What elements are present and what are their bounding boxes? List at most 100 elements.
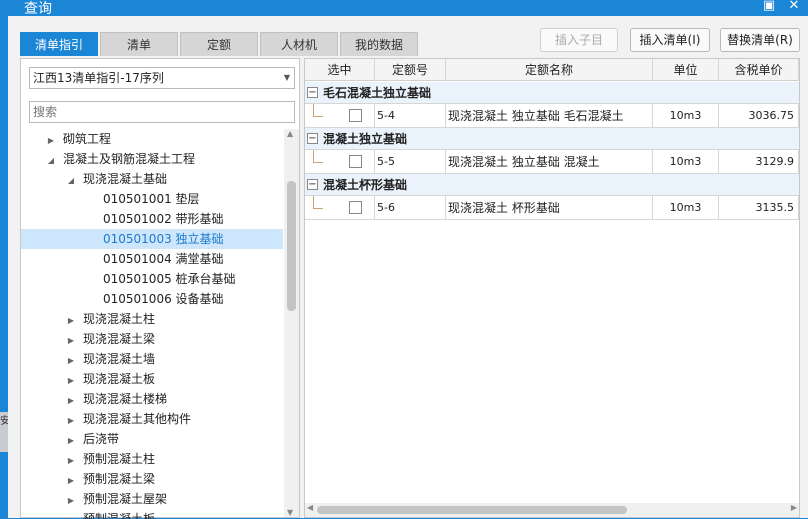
tab-quota[interactable]: 定额 bbox=[180, 32, 258, 56]
expand-icon[interactable]: ▶ bbox=[65, 391, 77, 411]
tree-node[interactable]: ▶ 现浇混凝土墙 bbox=[21, 349, 283, 369]
expand-icon[interactable]: ▶ bbox=[65, 331, 77, 351]
collapse-icon[interactable]: ◢ bbox=[45, 151, 57, 171]
col-header-unit[interactable]: 单位 bbox=[653, 59, 719, 81]
close-icon[interactable]: ✕ bbox=[786, 0, 802, 13]
tree-node[interactable]: ▶ 砌筑工程 bbox=[21, 129, 283, 149]
tree-vertical-scrollbar[interactable]: ▲ ▼ bbox=[284, 129, 299, 517]
guide-tree: ▶ 砌筑工程 ◢ 混凝土及钢筋混凝土工程 ◢ 现浇混凝土基础 010501001 垫层 010… bbox=[21, 129, 283, 519]
scroll-thumb[interactable] bbox=[287, 181, 296, 311]
tab-list[interactable]: 清单 bbox=[100, 32, 178, 56]
h-scroll-thumb[interactable] bbox=[317, 506, 627, 514]
table-row[interactable]: 5-4 现浇混凝土 独立基础 毛石混凝土 10m3 3036.75 bbox=[305, 104, 799, 128]
collapse-group-icon[interactable]: − bbox=[307, 87, 318, 98]
expand-icon[interactable]: ▶ bbox=[65, 491, 77, 511]
tab-list-guide[interactable]: 清单指引 bbox=[20, 32, 98, 56]
col-header-select[interactable]: 选中 bbox=[305, 59, 375, 81]
collapse-icon[interactable]: ◢ bbox=[65, 171, 77, 191]
scroll-down-icon[interactable]: ▼ bbox=[287, 508, 293, 517]
expand-icon[interactable]: ▶ bbox=[65, 451, 77, 471]
chevron-down-icon[interactable]: ▼ bbox=[284, 68, 290, 88]
tree-node[interactable]: 010501001 垫层 bbox=[21, 189, 283, 209]
tree-node-label: 现浇混凝土柱 bbox=[83, 312, 156, 326]
price-cell: 3129.9 bbox=[719, 150, 799, 174]
row-checkbox[interactable] bbox=[349, 109, 362, 122]
expand-icon[interactable]: ▶ bbox=[65, 431, 77, 451]
tree-node-label: 现浇混凝土梁 bbox=[83, 332, 156, 346]
tree-node-label: 010501005 桩承台基础 bbox=[103, 272, 236, 286]
select-cell bbox=[305, 104, 375, 128]
tree-node[interactable]: 010501006 设备基础 bbox=[21, 289, 283, 309]
tree-node[interactable]: ▶ 预制混凝土柱 bbox=[21, 449, 283, 469]
code-cell: 5-4 bbox=[375, 104, 446, 128]
tab-materials[interactable]: 人材机 bbox=[260, 32, 338, 56]
scroll-right-icon[interactable]: ▶ bbox=[791, 503, 797, 512]
tree-node[interactable]: ▶ 现浇混凝土楼梯 bbox=[21, 389, 283, 409]
tree-node[interactable]: ▶ 后浇带 bbox=[21, 429, 283, 449]
library-select[interactable]: 江西13清单指引-17序列 ▼ bbox=[29, 67, 295, 89]
group-row[interactable]: − 混凝土独立基础 bbox=[305, 128, 799, 150]
search-input[interactable] bbox=[29, 101, 295, 123]
tree-node-label: 现浇混凝土墙 bbox=[83, 352, 156, 366]
group-title: 混凝土杯形基础 bbox=[323, 178, 408, 192]
tree-connector bbox=[313, 196, 323, 209]
select-cell bbox=[305, 150, 375, 174]
name-cell: 现浇混凝土 独立基础 混凝土 bbox=[446, 150, 653, 174]
restore-icon[interactable]: ▣ bbox=[761, 0, 777, 13]
unit-cell: 10m3 bbox=[653, 104, 719, 128]
row-checkbox[interactable] bbox=[349, 155, 362, 168]
col-header-price[interactable]: 含税单价 bbox=[719, 59, 799, 81]
tree-node[interactable]: ◢ 现浇混凝土基础 bbox=[21, 169, 283, 189]
price-cell: 3036.75 bbox=[719, 104, 799, 128]
tree-node-label: 010501003 独立基础 bbox=[103, 232, 224, 246]
grid-horizontal-scrollbar[interactable]: ◀ ▶ bbox=[305, 503, 799, 517]
tree-node[interactable]: ▶ 现浇混凝土柱 bbox=[21, 309, 283, 329]
unit-cell: 10m3 bbox=[653, 196, 719, 220]
expand-icon[interactable]: ▶ bbox=[45, 131, 57, 151]
tree-node[interactable]: 010501005 桩承台基础 bbox=[21, 269, 283, 289]
guide-tree-panel: 江西13清单指引-17序列 ▼ ▶ 砌筑工程 ◢ 混凝土及钢筋混凝土工程 ◢ 现浇混凝土基… bbox=[20, 58, 300, 519]
table-row[interactable]: 5-6 现浇混凝土 杯形基础 10m3 3135.5 bbox=[305, 196, 799, 220]
insert-child-button[interactable]: 插入子目 bbox=[540, 28, 618, 52]
tree-node[interactable]: ▶ 预制混凝土屋架 bbox=[21, 489, 283, 509]
tree-connector bbox=[313, 150, 323, 163]
scroll-up-icon[interactable]: ▲ bbox=[287, 129, 293, 138]
scroll-left-icon[interactable]: ◀ bbox=[307, 503, 313, 512]
name-cell: 现浇混凝土 杯形基础 bbox=[446, 196, 653, 220]
tree-node-label: 010501001 垫层 bbox=[103, 192, 200, 206]
tree-node[interactable]: ◢ 混凝土及钢筋混凝土工程 bbox=[21, 149, 283, 169]
tree-node[interactable]: 010501003 独立基础 bbox=[21, 229, 283, 249]
tree-node[interactable]: ▶ 现浇混凝土梁 bbox=[21, 329, 283, 349]
tab-my-data[interactable]: 我的数据 bbox=[340, 32, 418, 56]
table-row[interactable]: 5-5 现浇混凝土 独立基础 混凝土 10m3 3129.9 bbox=[305, 150, 799, 174]
tree-node-label: 010501002 带形基础 bbox=[103, 212, 224, 226]
tree-node[interactable]: 010501004 满堂基础 bbox=[21, 249, 283, 269]
grid-header: 选中 定额号 定额名称 单位 含税单价 bbox=[305, 59, 799, 81]
row-checkbox[interactable] bbox=[349, 201, 362, 214]
background-window-text: 安 bbox=[0, 416, 8, 427]
collapse-group-icon[interactable]: − bbox=[307, 179, 318, 190]
expand-icon[interactable]: ▶ bbox=[65, 371, 77, 391]
tree-node-label: 010501004 满堂基础 bbox=[103, 252, 224, 266]
replace-list-button[interactable]: 替换清单(R) bbox=[720, 28, 800, 52]
col-header-name[interactable]: 定额名称 bbox=[446, 59, 653, 81]
tree-node[interactable]: ▶ 预制混凝土梁 bbox=[21, 469, 283, 489]
tree-node-label: 现浇混凝土基础 bbox=[83, 172, 168, 186]
tree-node-label: 现浇混凝土板 bbox=[83, 372, 156, 386]
insert-list-button[interactable]: 插入清单(I) bbox=[630, 28, 710, 52]
group-row[interactable]: − 毛石混凝土独立基础 bbox=[305, 82, 799, 104]
col-header-code[interactable]: 定额号 bbox=[375, 59, 446, 81]
expand-icon[interactable]: ▶ bbox=[65, 471, 77, 491]
query-dialog: 清单指引 清单 定额 人材机 我的数据 插入子目 插入清单(I) 替换清单(R)… bbox=[8, 16, 808, 519]
quota-grid-panel: 选中 定额号 定额名称 单位 含税单价 − 毛石混凝土独立基础 5-4 现浇混凝土 独… bbox=[304, 58, 800, 518]
collapse-group-icon[interactable]: − bbox=[307, 133, 318, 144]
expand-icon[interactable]: ▶ bbox=[65, 311, 77, 331]
expand-icon[interactable]: ▶ bbox=[65, 351, 77, 371]
expand-icon[interactable]: ▶ bbox=[65, 411, 77, 431]
tree-node[interactable]: ▶ 现浇混凝土其他构件 bbox=[21, 409, 283, 429]
code-cell: 5-5 bbox=[375, 150, 446, 174]
group-row[interactable]: − 混凝土杯形基础 bbox=[305, 174, 799, 196]
tree-node[interactable]: 010501002 带形基础 bbox=[21, 209, 283, 229]
tree-node[interactable]: ▶ 现浇混凝土板 bbox=[21, 369, 283, 389]
library-select-value: 江西13清单指引-17序列 bbox=[33, 71, 164, 85]
